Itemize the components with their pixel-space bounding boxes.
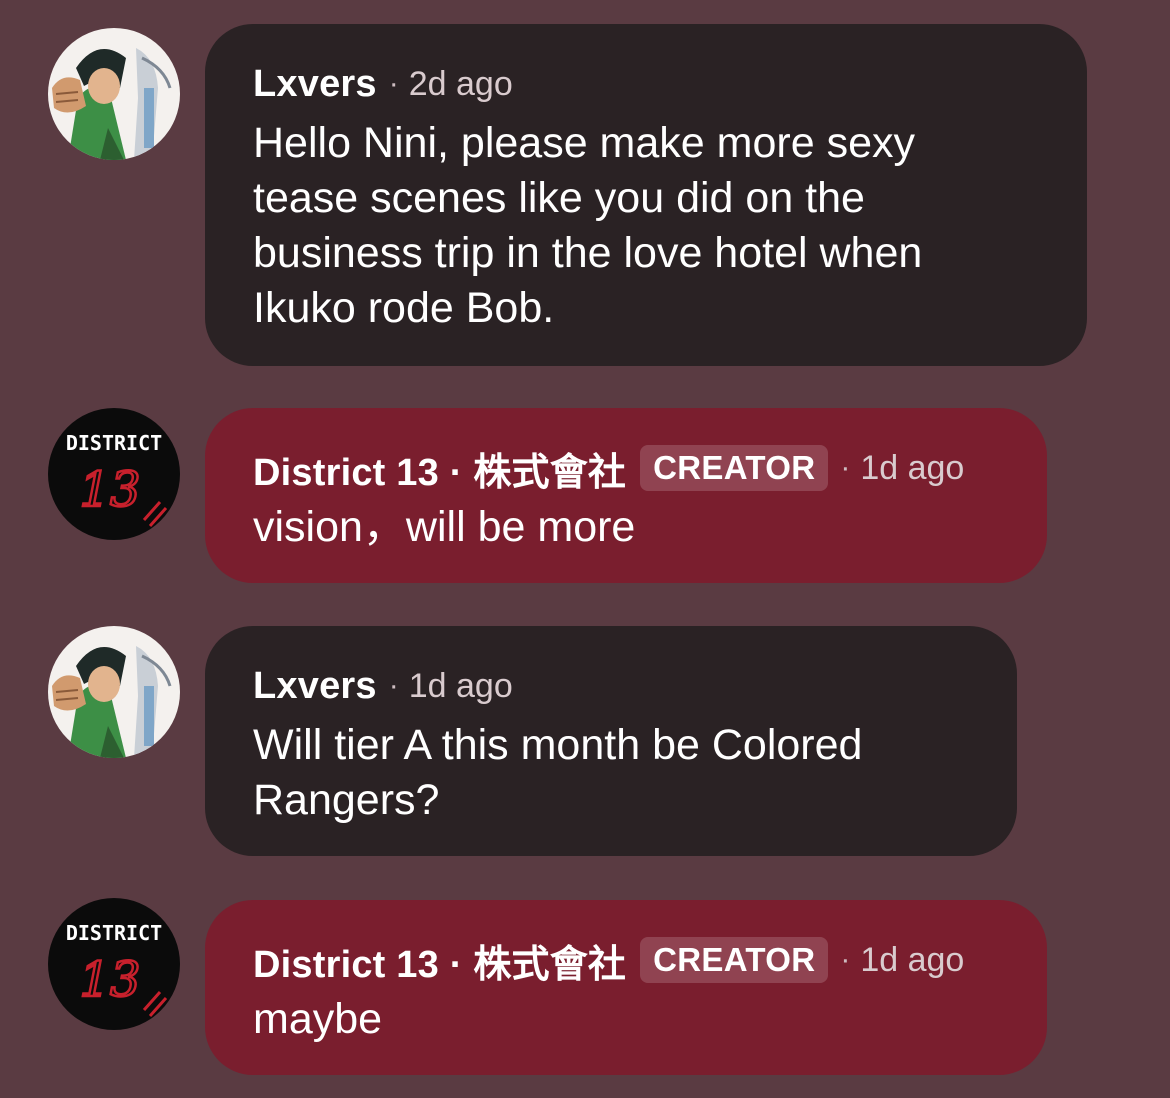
- comment-meta: District 13 · 株式會社 CREATOR · 1d ago: [253, 442, 999, 494]
- comment-text: Will tier A this month be Colored Ranger…: [253, 721, 863, 824]
- district-13-logo-icon: DISTRICT 13: [48, 898, 180, 1030]
- meta-separator: ·: [388, 67, 399, 100]
- meta-separator: ·: [388, 669, 399, 702]
- comment-text: vision，will be more: [253, 503, 636, 551]
- comment-bubble-creator: District 13 · 株式會社 CREATOR · 1d ago mayb…: [205, 900, 1047, 1075]
- meta-separator: ·: [840, 451, 851, 484]
- comment-bubble: Lxvers · 2d ago Hello Nini, please make …: [205, 24, 1087, 366]
- author-name[interactable]: District 13 · 株式會社: [253, 933, 626, 988]
- comment-text: Hello Nini, please make more sexy tease …: [253, 119, 923, 332]
- author-name[interactable]: Lxvers: [253, 665, 377, 708]
- timestamp: 1d ago: [408, 666, 513, 705]
- creator-badge: CREATOR: [640, 445, 829, 491]
- comment-meta: Lxvers · 1d ago: [253, 660, 969, 712]
- creator-badge: CREATOR: [640, 937, 829, 983]
- logo-lettering-13: 13: [79, 952, 140, 1008]
- comment-thread: Lxvers · 2d ago Hello Nini, please make …: [0, 0, 1170, 1098]
- anime-character-avatar-icon: [48, 28, 180, 160]
- anime-character-avatar-icon: [48, 626, 180, 758]
- timestamp: 1d ago: [860, 448, 965, 487]
- logo-lettering-district: DISTRICT: [66, 921, 162, 945]
- author-name[interactable]: District 13 · 株式會社: [253, 441, 626, 496]
- comment-meta: District 13 · 株式會社 CREATOR · 1d ago: [253, 934, 999, 986]
- avatar[interactable]: DISTRICT 13: [48, 898, 180, 1030]
- avatar[interactable]: [48, 626, 180, 758]
- district-13-logo-icon: DISTRICT 13: [48, 408, 180, 540]
- timestamp: 2d ago: [408, 64, 513, 103]
- comment-bubble: Lxvers · 1d ago Will tier A this month b…: [205, 626, 1017, 856]
- avatar[interactable]: DISTRICT 13: [48, 408, 180, 540]
- comment-bubble-creator: District 13 · 株式會社 CREATOR · 1d ago visi…: [205, 408, 1047, 583]
- comment-text: maybe: [253, 995, 383, 1043]
- timestamp: 1d ago: [860, 940, 965, 979]
- meta-separator: ·: [840, 943, 851, 976]
- author-name[interactable]: Lxvers: [253, 63, 377, 106]
- comment-meta: Lxvers · 2d ago: [253, 58, 1039, 110]
- logo-lettering-13: 13: [79, 462, 140, 518]
- avatar[interactable]: [48, 28, 180, 160]
- logo-lettering-district: DISTRICT: [66, 431, 162, 455]
